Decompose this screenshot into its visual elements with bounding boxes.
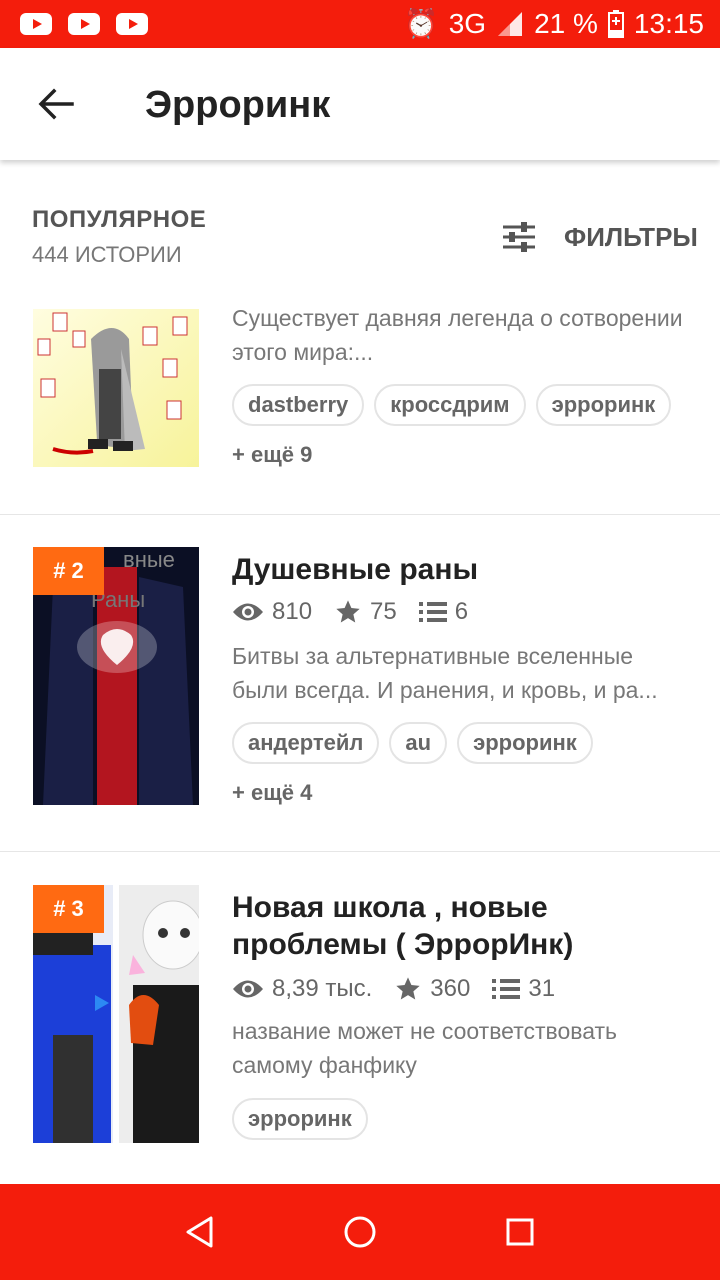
clock: 13:15 <box>633 8 704 39</box>
square-recents-icon <box>506 1218 534 1246</box>
battery-icon <box>607 10 624 38</box>
story-tags: dastberry кроссдрим эрроринк <box>232 384 672 426</box>
nav-recents-button[interactable] <box>480 1192 560 1272</box>
alarm-icon: ⏰ <box>403 8 439 39</box>
sliders-icon <box>503 222 535 252</box>
tag-chip[interactable]: au <box>389 722 448 764</box>
section-title: ПОПУЛЯРНОЕ <box>32 206 207 233</box>
rank-badge: # 3 <box>33 885 104 933</box>
signal-icon <box>498 12 523 36</box>
parts-count: 6 <box>454 598 469 625</box>
triangle-back-icon <box>186 1216 213 1248</box>
star-icon <box>336 600 360 623</box>
views-count: 810 <box>272 598 313 625</box>
back-button[interactable] <box>24 76 88 132</box>
nav-back-button[interactable] <box>160 1192 240 1272</box>
status-bar: ⏰ 3G 21 % 13:15 <box>0 0 720 48</box>
story-description: Битвы за альтернативные вселенные были в… <box>232 643 658 703</box>
arrow-left-icon <box>38 88 74 120</box>
list-icon <box>418 602 447 622</box>
story-cover[interactable] <box>33 309 199 467</box>
system-nav-bar <box>0 1184 720 1280</box>
youtube-notification-icon <box>20 13 52 35</box>
tag-chip[interactable]: кроссдрим <box>374 384 526 426</box>
network-type: 3G <box>448 8 487 39</box>
votes-count: 360 <box>430 975 471 1002</box>
tag-chip[interactable]: эрроринк <box>457 722 593 764</box>
filters-label: ФИЛЬТРЫ <box>564 221 698 252</box>
story-tags: эрроринк <box>232 1098 368 1140</box>
more-tags-link[interactable]: + ещё 4 <box>232 780 312 806</box>
views-count: 8,39 тыс. <box>272 975 373 1002</box>
eye-icon <box>233 980 263 998</box>
parts-count: 31 <box>528 975 556 1002</box>
svg-text:вные: вные <box>123 547 175 572</box>
divider <box>0 514 720 515</box>
story-description: название может не соответствовать самому… <box>232 1018 618 1078</box>
story-description: Существует давняя легенда о сотворении э… <box>232 305 683 365</box>
votes-count: 75 <box>370 598 397 625</box>
tag-chip[interactable]: эрроринк <box>535 384 672 426</box>
star-icon <box>396 977 420 1000</box>
story-stats: 810 75 6 <box>232 598 490 626</box>
app-bar: Эрроринк <box>0 48 720 160</box>
more-tags-link[interactable]: + ещё 9 <box>232 442 312 468</box>
tag-chip[interactable]: dastberry <box>232 384 365 426</box>
page-title: Эрроринк <box>145 84 331 126</box>
story-title[interactable]: Новая школа , новые проблемы ( ЭррорИнк) <box>232 889 692 963</box>
story-stats: 8,39 тыс. 360 31 <box>232 975 577 1003</box>
story-tags: андертейл au эрроринк <box>232 722 593 764</box>
rank-badge: # 2 <box>33 547 104 595</box>
divider <box>0 851 720 852</box>
tag-chip[interactable]: андертейл <box>232 722 380 764</box>
eye-icon <box>233 603 263 621</box>
battery-percent: 21 % <box>534 8 598 39</box>
circle-home-icon <box>344 1216 376 1248</box>
youtube-notification-icon <box>116 13 148 35</box>
list-icon <box>492 979 521 999</box>
filters-button[interactable]: ФИЛЬТРЫ <box>500 214 700 260</box>
nav-home-button[interactable] <box>320 1192 400 1272</box>
youtube-notification-icon <box>68 13 100 35</box>
tag-chip[interactable]: эрроринк <box>232 1098 368 1140</box>
story-count: 444 ИСТОРИИ <box>32 242 182 267</box>
story-title[interactable]: Душевные раны <box>232 551 692 588</box>
